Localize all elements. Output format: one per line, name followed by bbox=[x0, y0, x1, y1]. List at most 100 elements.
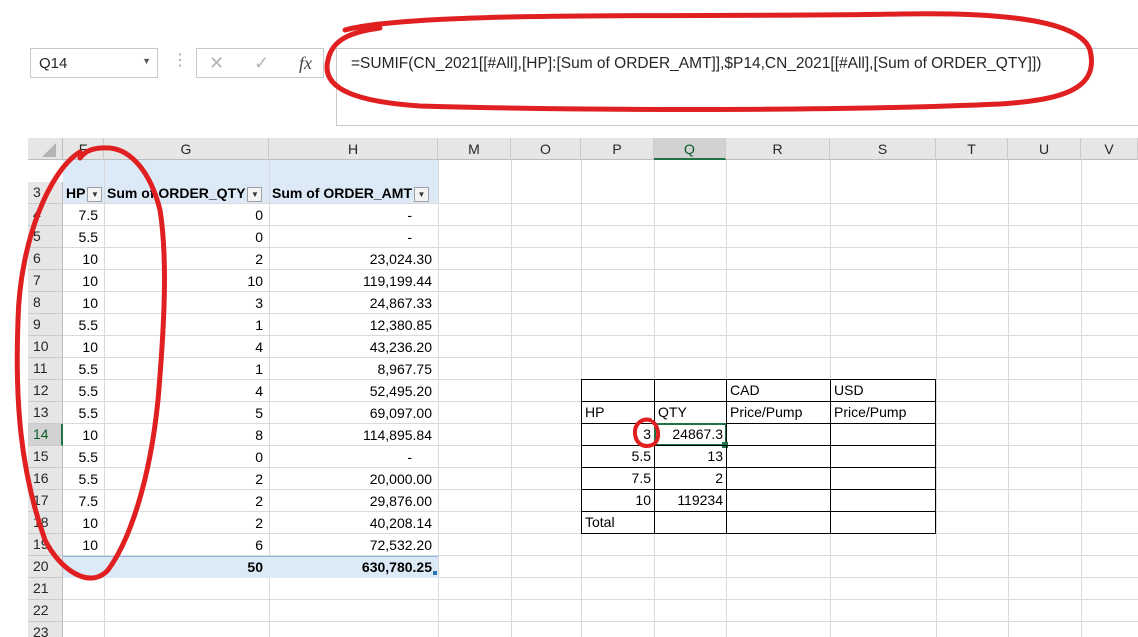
side-cell-p14[interactable]: 3 bbox=[581, 423, 655, 446]
col-header-m[interactable]: M bbox=[438, 138, 511, 160]
row-header-7[interactable]: 7 bbox=[28, 270, 63, 292]
pivot-amt-cell[interactable]: 29,876.00 bbox=[269, 490, 438, 512]
pivot-resize-handle[interactable] bbox=[433, 571, 437, 575]
col-header-r[interactable]: R bbox=[726, 138, 830, 160]
pivot-hp-cell[interactable]: 10 bbox=[63, 270, 104, 292]
side-cell-q18[interactable] bbox=[654, 511, 727, 534]
row-header-22[interactable]: 22 bbox=[28, 600, 63, 622]
side-cell-p18[interactable]: Total bbox=[581, 511, 655, 534]
pivot-hp-cell[interactable]: 5.5 bbox=[63, 446, 104, 468]
pivot-qty-cell[interactable]: 3 bbox=[104, 292, 269, 314]
row-header-9[interactable]: 9 bbox=[28, 314, 63, 336]
col-header-f[interactable]: F bbox=[63, 138, 104, 160]
pivot-amt-cell[interactable]: - bbox=[269, 204, 438, 226]
pivot-hp-cell[interactable]: 10 bbox=[63, 534, 104, 556]
pivot-hp-cell[interactable]: 10 bbox=[63, 336, 104, 358]
pivot-header-hp[interactable]: HP ▼ bbox=[63, 182, 104, 204]
pivot-amt-cell[interactable]: 114,895.84 bbox=[269, 424, 438, 446]
pivot-total-hp[interactable] bbox=[63, 556, 104, 578]
pivot-total-qty[interactable]: 50 bbox=[104, 556, 269, 578]
col-header-h[interactable]: H bbox=[269, 138, 438, 160]
side-cell-p16[interactable]: 7.5 bbox=[581, 467, 655, 490]
worksheet-grid[interactable]: F G H M O P Q R S T U V 3 4 5 6 7 8 9 10… bbox=[28, 138, 1138, 637]
pivot-hp-cell[interactable]: 5.5 bbox=[63, 358, 104, 380]
row-header-13[interactable]: 13 bbox=[28, 402, 63, 424]
side-cell-p15[interactable]: 5.5 bbox=[581, 445, 655, 468]
side-cell-s12[interactable]: USD bbox=[830, 379, 936, 402]
row-header-19[interactable]: 19 bbox=[28, 534, 63, 556]
pivot-hp-cell[interactable]: 5.5 bbox=[63, 468, 104, 490]
pivot-hp-cell[interactable]: 7.5 bbox=[63, 204, 104, 226]
row-header-16[interactable]: 16 bbox=[28, 468, 63, 490]
row-header-6[interactable]: 6 bbox=[28, 248, 63, 270]
chevron-down-icon[interactable]: ▼ bbox=[142, 56, 151, 66]
formula-input[interactable]: =SUMIF(CN_2021[[#All],[HP]:[Sum of ORDER… bbox=[336, 48, 1138, 126]
pivot-total-amt[interactable]: 630,780.25 bbox=[269, 556, 438, 578]
side-cell-s14[interactable] bbox=[830, 423, 936, 446]
col-header-t[interactable]: T bbox=[936, 138, 1008, 160]
row-header-23[interactable]: 23 bbox=[28, 622, 63, 637]
row-header-11[interactable]: 11 bbox=[28, 358, 63, 380]
pivot-amt-cell[interactable]: - bbox=[269, 226, 438, 248]
pivot-qty-cell[interactable]: 5 bbox=[104, 402, 269, 424]
pivot-qty-cell[interactable]: 2 bbox=[104, 512, 269, 534]
pivot-amt-cell[interactable]: 23,024.30 bbox=[269, 248, 438, 270]
row-header-20[interactable]: 20 bbox=[28, 556, 63, 578]
side-cell-q16[interactable]: 2 bbox=[654, 467, 727, 490]
pivot-hp-cell[interactable]: 5.5 bbox=[63, 402, 104, 424]
pivot-qty-cell[interactable]: 8 bbox=[104, 424, 269, 446]
side-cell-r13[interactable]: Price/Pump bbox=[726, 401, 831, 424]
pivot-qty-cell[interactable]: 0 bbox=[104, 226, 269, 248]
pivot-hp-cell[interactable]: 10 bbox=[63, 248, 104, 270]
side-cell-s13[interactable]: Price/Pump bbox=[830, 401, 936, 424]
row-header-15[interactable]: 15 bbox=[28, 446, 63, 468]
pivot-qty-cell[interactable]: 2 bbox=[104, 248, 269, 270]
col-header-q[interactable]: Q bbox=[654, 138, 726, 160]
pivot-qty-cell[interactable]: 6 bbox=[104, 534, 269, 556]
pivot-header-amt[interactable]: Sum of ORDER_AMT ▼ bbox=[269, 182, 438, 204]
filter-dropdown-icon[interactable]: ▼ bbox=[414, 186, 429, 202]
pivot-amt-cell[interactable]: 8,967.75 bbox=[269, 358, 438, 380]
pivot-qty-cell[interactable]: 1 bbox=[104, 314, 269, 336]
col-header-p[interactable]: P bbox=[581, 138, 654, 160]
side-cell-p17[interactable]: 10 bbox=[581, 489, 655, 512]
pivot-qty-cell[interactable]: 4 bbox=[104, 380, 269, 402]
col-header-o[interactable]: O bbox=[511, 138, 581, 160]
pivot-amt-cell[interactable]: 12,380.85 bbox=[269, 314, 438, 336]
pivot-hp-cell[interactable]: 7.5 bbox=[63, 490, 104, 512]
col-header-g[interactable]: G bbox=[104, 138, 269, 160]
pivot-qty-cell[interactable]: 2 bbox=[104, 490, 269, 512]
pivot-hp-cell[interactable]: 5.5 bbox=[63, 226, 104, 248]
filter-dropdown-icon[interactable]: ▼ bbox=[87, 186, 103, 202]
pivot-amt-cell[interactable]: 52,495.20 bbox=[269, 380, 438, 402]
row-header-8[interactable]: 8 bbox=[28, 292, 63, 314]
col-header-v[interactable]: V bbox=[1081, 138, 1138, 160]
pivot-hp-cell[interactable]: 10 bbox=[63, 512, 104, 534]
side-cell-r17[interactable] bbox=[726, 489, 831, 512]
pivot-qty-cell[interactable]: 1 bbox=[104, 358, 269, 380]
pivot-qty-cell[interactable]: 4 bbox=[104, 336, 269, 358]
side-cell-s16[interactable] bbox=[830, 467, 936, 490]
row-header-12[interactable]: 12 bbox=[28, 380, 63, 402]
active-cell-q14[interactable]: 24867.3 bbox=[654, 423, 727, 446]
row-header-3[interactable]: 3 bbox=[28, 182, 63, 204]
pivot-amt-cell[interactable]: 119,199.44 bbox=[269, 270, 438, 292]
cancel-icon[interactable]: ✕ bbox=[209, 53, 224, 74]
side-cell-s17[interactable] bbox=[830, 489, 936, 512]
name-box[interactable]: Q14 ▼ bbox=[30, 48, 158, 78]
insert-function-icon[interactable]: fx bbox=[299, 53, 312, 74]
pivot-amt-cell[interactable]: 43,236.20 bbox=[269, 336, 438, 358]
col-header-s[interactable]: S bbox=[830, 138, 936, 160]
pivot-qty-cell[interactable]: 0 bbox=[104, 204, 269, 226]
filter-dropdown-icon[interactable]: ▼ bbox=[247, 186, 263, 202]
pivot-amt-cell[interactable]: 40,208.14 bbox=[269, 512, 438, 534]
side-cell-q13[interactable]: QTY bbox=[654, 401, 727, 424]
side-cell-r14[interactable] bbox=[726, 423, 831, 446]
row-header-14[interactable]: 14 bbox=[28, 424, 63, 446]
pivot-hp-cell[interactable]: 10 bbox=[63, 424, 104, 446]
pivot-amt-cell[interactable]: 72,532.20 bbox=[269, 534, 438, 556]
side-cell-s18[interactable] bbox=[830, 511, 936, 534]
side-cell-r16[interactable] bbox=[726, 467, 831, 490]
side-cell-r18[interactable] bbox=[726, 511, 831, 534]
side-cell-r12[interactable]: CAD bbox=[726, 379, 831, 402]
